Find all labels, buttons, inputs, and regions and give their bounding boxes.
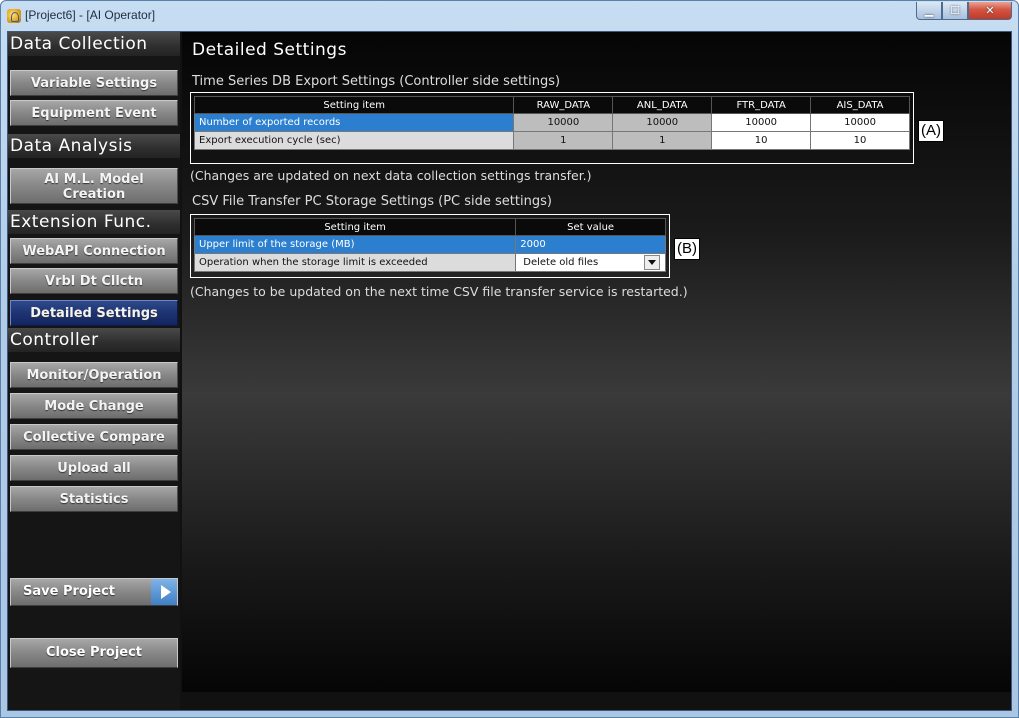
tsdb-subtitle: Time Series DB Export Settings (Controll… <box>192 74 561 89</box>
save-arrow-icon[interactable] <box>151 579 177 605</box>
close-icon: ✕ <box>985 4 995 17</box>
tsdb-cell-anl-cycle: 1 <box>612 131 713 150</box>
csv-row-label[interactable]: Operation when the storage limit is exce… <box>193 253 517 272</box>
tsdb-header-anl: ANL_DATA <box>612 96 713 114</box>
save-project-button[interactable]: Save Project <box>10 578 178 606</box>
nav-ai-model-line1: AI M.L. Model <box>44 172 144 187</box>
caption-buttons: ▁ ☐ ✕ <box>916 2 1012 20</box>
sidebar: Data Collection Variable Settings Equipm… <box>8 32 180 710</box>
section-controller: Controller <box>8 328 180 352</box>
csv-header-set-value: Set value <box>515 218 666 236</box>
dropdown[interactable]: Delete old files <box>520 254 661 271</box>
tsdb-cell-raw-cycle: 1 <box>513 131 614 150</box>
csv-row-label[interactable]: Upper limit of the storage (MB) <box>193 235 517 254</box>
tsdb-cell-raw-records: 10000 <box>513 113 614 132</box>
tsdb-cell-ftr-cycle[interactable]: 10 <box>711 131 812 150</box>
chevron-down-icon[interactable] <box>644 255 660 270</box>
nav-detailed-settings[interactable]: Detailed Settings <box>10 300 178 326</box>
tsdb-cell-ais-cycle[interactable]: 10 <box>810 131 910 150</box>
nav-variable-settings[interactable]: Variable Settings <box>10 70 178 96</box>
nav-monitor-operation[interactable]: Monitor/Operation <box>10 362 178 388</box>
nav-mode-change[interactable]: Mode Change <box>10 393 178 419</box>
callout-b: (B) <box>674 238 700 260</box>
nav-webapi-connection[interactable]: WebAPI Connection <box>10 238 178 264</box>
tsdb-note: (Changes are updated on next data collec… <box>190 168 592 183</box>
tsdb-row-label[interactable]: Export execution cycle (sec) <box>193 131 515 150</box>
tsdb-header-ais: AIS_DATA <box>810 96 910 114</box>
tsdb-table: Setting item RAW_DATA ANL_DATA FTR_DATA … <box>193 96 910 150</box>
nav-ai-model-line2: Creation <box>62 187 126 202</box>
section-extension-func: Extension Func. <box>8 210 180 234</box>
minimize-button[interactable]: ▁ <box>916 2 942 20</box>
nav-collective-compare[interactable]: Collective Compare <box>10 424 178 450</box>
tsdb-header-ftr: FTR_DATA <box>711 96 812 114</box>
maximize-button[interactable]: ☐ <box>942 2 968 20</box>
tsdb-header-row: Setting item RAW_DATA ANL_DATA FTR_DATA … <box>193 96 910 114</box>
tsdb-row-label[interactable]: Number of exported records <box>193 113 515 132</box>
table-row: Operation when the storage limit is exce… <box>193 253 666 272</box>
page-title: Detailed Settings <box>192 40 347 60</box>
section-data-analysis: Data Analysis <box>8 134 180 158</box>
storage-limit-operation-select[interactable]: Delete old files <box>515 253 666 272</box>
table-row: Number of exported records 10000 10000 1… <box>193 113 910 132</box>
title-bar[interactable]: [Project6] - [AI Operator] ▁ ☐ ✕ <box>1 1 1018 31</box>
csv-subtitle: CSV File Transfer PC Storage Settings (P… <box>192 194 552 209</box>
tsdb-header-raw: RAW_DATA <box>513 96 614 114</box>
tsdb-cell-anl-records: 10000 <box>612 113 713 132</box>
close-window-button[interactable]: ✕ <box>968 2 1012 20</box>
app-window: [Project6] - [AI Operator] ▁ ☐ ✕ Data Co… <box>0 0 1019 718</box>
nav-upload-all[interactable]: Upload all <box>10 455 178 481</box>
client-area: Data Collection Variable Settings Equipm… <box>7 31 1012 711</box>
save-project-label: Save Project <box>23 584 116 599</box>
nav-vrbl-dt-cllctn[interactable]: Vrbl Dt Cllctn <box>10 268 178 294</box>
section-data-collection: Data Collection <box>8 32 180 56</box>
csv-header-setting-item: Setting item <box>193 218 517 236</box>
csv-table: Setting item Set value Upper limit of th… <box>193 218 666 272</box>
maximize-icon: ☐ <box>950 4 960 17</box>
window-title: [Project6] - [AI Operator] <box>25 8 156 22</box>
csv-header-row: Setting item Set value <box>193 218 666 236</box>
csv-note: (Changes to be updated on the next time … <box>190 284 688 299</box>
table-row: Export execution cycle (sec) 1 1 10 10 <box>193 131 910 150</box>
tsdb-header-setting-item: Setting item <box>193 96 515 114</box>
main-panel: Detailed Settings Time Series DB Export … <box>182 32 1011 692</box>
tsdb-cell-ais-records[interactable]: 10000 <box>810 113 910 132</box>
nav-equipment-event[interactable]: Equipment Event <box>10 100 178 126</box>
table-row: Upper limit of the storage (MB) 2000 <box>193 235 666 254</box>
nav-ai-model-creation[interactable]: AI M.L. Model Creation <box>10 168 178 204</box>
minimize-icon: ▁ <box>924 4 934 17</box>
app-icon <box>7 9 21 23</box>
close-project-button[interactable]: Close Project <box>10 638 178 668</box>
dropdown-value: Delete old files <box>523 257 599 268</box>
csv-storage-limit-value[interactable]: 2000 <box>515 235 666 254</box>
nav-statistics[interactable]: Statistics <box>10 486 178 512</box>
tsdb-cell-ftr-records[interactable]: 10000 <box>711 113 812 132</box>
callout-a: (A) <box>918 120 944 142</box>
